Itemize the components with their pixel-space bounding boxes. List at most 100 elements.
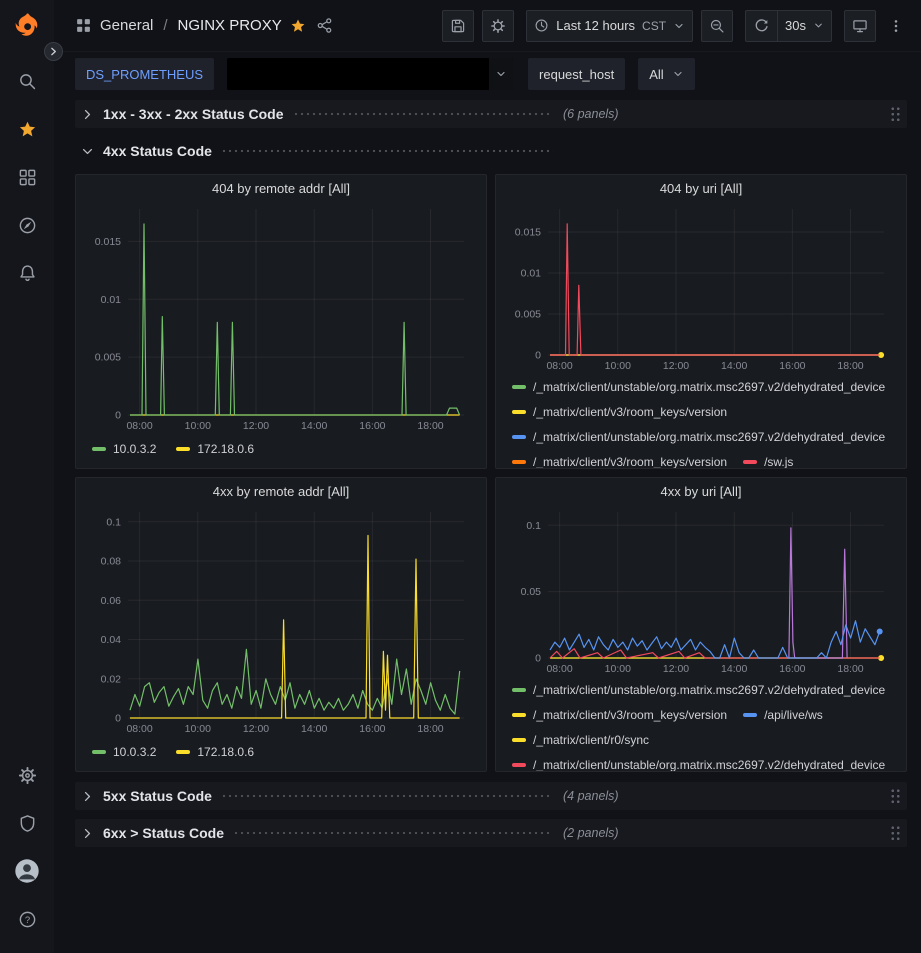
row-header-4xx[interactable]: 4xx Status Code (75, 137, 907, 165)
row-header-6xx[interactable]: 6xx > Status Code (2 panels) (75, 819, 907, 847)
row-title: 6xx > Status Code (103, 825, 224, 841)
request-host-variable-select[interactable]: All (638, 58, 694, 90)
time-series-chart[interactable]: 08:0010:0012:0014:0016:0018:0000.0050.01… (504, 203, 898, 375)
legend-item[interactable]: 172.18.0.6 (176, 442, 254, 456)
sidebar-item-explore[interactable] (7, 205, 47, 245)
svg-text:18:00: 18:00 (417, 420, 443, 432)
legend-item[interactable]: /_matrix/client/unstable/org.matrix.msc2… (512, 678, 885, 703)
svg-text:16:00: 16:00 (359, 420, 385, 432)
row-dotted-leader (221, 149, 553, 153)
select-chevron (489, 58, 513, 90)
legend-item[interactable]: /_matrix/client/v3/room_keys/version (512, 450, 727, 468)
tv-mode-button[interactable] (844, 10, 876, 42)
save-dashboard-button[interactable] (442, 10, 474, 42)
legend-item[interactable]: /_matrix/client/r0/sync (512, 728, 649, 753)
svg-text:12:00: 12:00 (243, 420, 269, 432)
expand-sidebar-button[interactable] (44, 42, 63, 61)
svg-text:0.05: 0.05 (521, 586, 542, 598)
row-panel-count: (6 panels) (563, 107, 619, 121)
drag-handle-icon[interactable] (890, 825, 901, 842)
row-header-5xx[interactable]: 5xx Status Code (4 panels) (75, 782, 907, 810)
panel-title[interactable]: 404 by uri [All] (504, 175, 898, 203)
panel-404-by-uri: 404 by uri [All] 08:0010:0012:0014:0016:… (495, 174, 907, 469)
svg-text:0.08: 0.08 (101, 556, 122, 568)
dashboard-header: General / NGINX PROXY (54, 0, 921, 52)
time-series-chart[interactable]: 08:0010:0012:0014:0016:0018:0000.0050.01… (84, 203, 478, 435)
legend-item[interactable]: 10.0.3.2 (92, 442, 156, 456)
breadcrumb-folder[interactable]: General (100, 17, 153, 34)
share-icon (316, 17, 333, 34)
svg-text:14:00: 14:00 (721, 663, 747, 675)
datasource-variable-label[interactable]: DS_PROMETHEUS (75, 58, 214, 90)
panel-title[interactable]: 4xx by uri [All] (504, 478, 898, 506)
legend-swatch (92, 750, 106, 754)
time-series-chart[interactable]: 08:0010:0012:0014:0016:0018:0000.050.1 (504, 506, 898, 678)
svg-text:10:00: 10:00 (605, 360, 631, 372)
row-header-1xx-3xx-2xx[interactable]: 1xx - 3xx - 2xx Status Code (6 panels) (75, 100, 907, 128)
svg-text:14:00: 14:00 (301, 723, 327, 735)
legend-item[interactable]: /_matrix/client/v3/room_keys/version (512, 703, 727, 728)
breadcrumb-dashboard-title[interactable]: NGINX PROXY (178, 17, 282, 34)
row-title: 1xx - 3xx - 2xx Status Code (103, 106, 284, 122)
sidebar-item-profile[interactable] (7, 851, 47, 891)
explore-compass-icon (18, 216, 37, 235)
datasource-variable-select[interactable] (227, 58, 513, 90)
sidebar-item-dashboards[interactable] (7, 157, 47, 197)
admin-shield-icon (18, 814, 37, 833)
panel-title[interactable]: 404 by remote addr [All] (84, 175, 478, 203)
sidebar-item-search[interactable] (7, 61, 47, 101)
apps-grid-icon (75, 17, 92, 34)
main-area: General / NGINX PROXY (54, 0, 921, 953)
request-host-variable-value: All (649, 67, 663, 82)
sidebar-item-server-admin[interactable] (7, 803, 47, 843)
refresh-dashboard-button[interactable] (745, 10, 777, 42)
request-host-variable-label[interactable]: request_host (528, 58, 625, 90)
zoom-out-time-button[interactable] (701, 10, 733, 42)
svg-text:18:00: 18:00 (837, 360, 863, 372)
legend-item[interactable]: /sw.js (743, 450, 793, 468)
legend-item[interactable]: 10.0.3.2 (92, 745, 156, 759)
dashboard-variables-bar: DS_PROMETHEUS request_host All (54, 52, 921, 98)
legend-item[interactable]: /_matrix/client/v3/room_keys/version (512, 400, 727, 425)
drag-handle-icon[interactable] (890, 106, 901, 123)
drag-handle-icon[interactable] (890, 788, 901, 805)
chevron-down-icon (672, 68, 684, 80)
monitor-icon (852, 18, 868, 34)
time-series-chart[interactable]: 08:0010:0012:0014:0016:0018:0000.020.040… (84, 506, 478, 738)
svg-text:0.005: 0.005 (515, 309, 541, 321)
time-range-picker[interactable]: Last 12 hours CST (526, 10, 693, 42)
chevron-down-icon (673, 20, 685, 32)
favorite-star-button[interactable] (290, 18, 306, 34)
legend-item[interactable]: /_matrix/client/unstable/org.matrix.msc2… (512, 375, 885, 400)
svg-text:10:00: 10:00 (185, 420, 211, 432)
breadcrumb: General / NGINX PROXY (75, 17, 333, 34)
chevron-down-icon (813, 20, 824, 31)
panel-title[interactable]: 4xx by remote addr [All] (84, 478, 478, 506)
sidebar-item-alerting[interactable] (7, 253, 47, 293)
svg-text:0.1: 0.1 (526, 520, 541, 532)
share-dashboard-button[interactable] (316, 17, 333, 34)
svg-text:0: 0 (535, 653, 541, 665)
zoom-out-icon (709, 18, 725, 34)
legend-item[interactable]: /api/live/ws (743, 703, 823, 728)
refresh-interval-dropdown[interactable]: 30s (777, 10, 832, 42)
grafana-logo[interactable] (10, 9, 44, 43)
sidebar-item-configuration[interactable] (7, 755, 47, 795)
svg-text:0.1: 0.1 (106, 516, 121, 528)
legend-item[interactable]: /_matrix/client/unstable/org.matrix.msc2… (512, 753, 885, 771)
sidebar-item-starred[interactable] (7, 109, 47, 149)
panel-404-by-remote-addr: 404 by remote addr [All] 08:0010:0012:00… (75, 174, 487, 469)
legend-item[interactable]: /_matrix/client/unstable/org.matrix.msc2… (512, 425, 885, 450)
legend-swatch (743, 460, 757, 464)
more-options-button[interactable] (884, 10, 908, 42)
sidebar-item-help[interactable]: ? (7, 899, 47, 939)
row-title: 5xx Status Code (103, 788, 212, 804)
time-zone-label: CST (642, 19, 666, 33)
chevron-right-icon (81, 827, 94, 840)
alerting-bell-icon (18, 264, 37, 283)
gear-icon (490, 18, 506, 34)
sidebar: ? (0, 0, 54, 953)
legend-item[interactable]: 172.18.0.6 (176, 745, 254, 759)
dashboards-grid-icon (18, 168, 37, 187)
dashboard-settings-button[interactable] (482, 10, 514, 42)
